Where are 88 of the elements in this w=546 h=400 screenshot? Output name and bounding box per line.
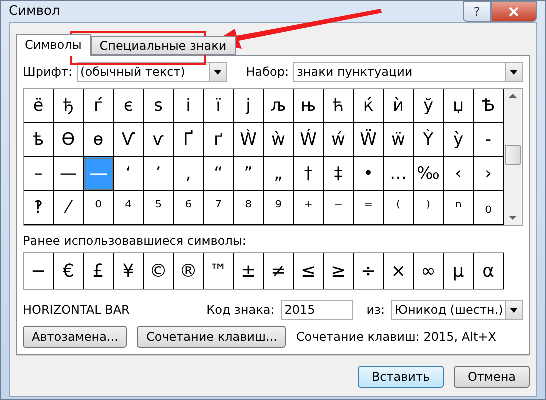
insert-button[interactable]: Вставить: [358, 366, 444, 388]
symbol-cell[interactable]: ѵ: [144, 123, 174, 157]
symbol-cell[interactable]: ў: [414, 89, 444, 123]
character-name: HORIZONTAL BAR: [23, 303, 130, 317]
symbol-cell[interactable]: є: [114, 89, 144, 123]
symbol-cell[interactable]: ⁿ: [444, 191, 474, 225]
symbol-cell[interactable]: ẃ: [324, 123, 354, 157]
from-label: из:: [366, 303, 385, 317]
cancel-button[interactable]: Отмена: [454, 366, 530, 388]
symbol-cell[interactable]: ẁ: [264, 123, 294, 157]
symbol-cell[interactable]: ќ: [354, 89, 384, 123]
symbol-cell[interactable]: ⁹: [264, 191, 294, 225]
symbol-cell[interactable]: Ẅ: [354, 123, 384, 157]
symbol-cell[interactable]: ё: [24, 89, 54, 123]
symbol-cell[interactable]: ѕ: [144, 89, 174, 123]
symbol-cell[interactable]: ỳ: [444, 123, 474, 157]
symbol-cell[interactable]: –: [24, 157, 54, 191]
symbol-cell[interactable]: ⁼: [354, 191, 384, 225]
symbol-cell[interactable]: і: [174, 89, 204, 123]
autocorrect-button[interactable]: Автозамена...: [23, 326, 128, 348]
symbol-cell[interactable]: ⁾: [414, 191, 444, 225]
symbol-cell[interactable]: —: [54, 157, 84, 191]
symbol-cell[interactable]: ћ: [324, 89, 354, 123]
symbol-cell[interactable]: ⁰: [84, 191, 114, 225]
symbol-cell[interactable]: љ: [264, 89, 294, 123]
char-code-label: Код знака:: [206, 303, 275, 317]
symbol-cell[interactable]: Ẃ: [294, 123, 324, 157]
symbol-cell[interactable]: ѓ: [84, 89, 114, 123]
scroll-thumb[interactable]: [504, 145, 520, 165]
symbol-cell[interactable]: ѝ: [384, 89, 414, 123]
help-button[interactable]: ?: [463, 1, 491, 22]
symbol-cell[interactable]: Ѣ: [474, 89, 504, 123]
font-label: Шрифт:: [23, 65, 73, 79]
symbol-cell[interactable]: ј: [234, 89, 264, 123]
tab[interactable]: Специальные знаки: [90, 36, 236, 55]
symbol-cell[interactable]: ›: [474, 157, 504, 191]
symbol-cell[interactable]: ⁷: [204, 191, 234, 225]
symbol-cell[interactable]: …: [384, 157, 414, 191]
symbol-cell[interactable]: ‚: [174, 157, 204, 191]
symbol-cell[interactable]: •: [354, 157, 384, 191]
symbol-cell[interactable]: ⁽: [384, 191, 414, 225]
symbol-cell[interactable]: Ѵ: [114, 123, 144, 157]
symbol-cell[interactable]: ’: [144, 157, 174, 191]
symbol-cell[interactable]: ‐: [474, 123, 504, 157]
symbol-cell[interactable]: „: [264, 157, 294, 191]
close-icon: [509, 6, 519, 16]
symbol-cell[interactable]: †: [294, 157, 324, 191]
symbol-cell[interactable]: ⁄: [54, 191, 84, 225]
symbol-cell[interactable]: џ: [444, 89, 474, 123]
symbol-cell[interactable]: ѳ: [84, 123, 114, 157]
shortcut-key-button[interactable]: Сочетание клавиш...: [137, 326, 286, 348]
symbol-cell[interactable]: ђ: [54, 89, 84, 123]
symbol-cell[interactable]: ї: [204, 89, 234, 123]
symbol-cell[interactable]: Ґ: [174, 123, 204, 157]
symbol-cell[interactable]: ₀: [474, 191, 504, 225]
tab[interactable]: Символы: [16, 34, 91, 56]
symbol-cell[interactable]: ⁺: [294, 191, 324, 225]
symbol-cell[interactable]: ‰: [414, 157, 444, 191]
subset-dropdown[interactable]: знаки пунктуации: [293, 62, 523, 82]
shortcut-key-text: Сочетание клавиш: 2015, Alt+X: [296, 330, 496, 344]
symbol-cell[interactable]: ‡: [324, 157, 354, 191]
symbol-cell[interactable]: ‹: [444, 157, 474, 191]
symbol-cell[interactable]: ⁻: [324, 191, 354, 225]
scroll-up-icon: [508, 93, 516, 99]
symbol-cell[interactable]: ‘: [114, 157, 144, 191]
scrollbar[interactable]: [504, 89, 521, 225]
recent-symbols-label: Ранее использовавшиеся символы:: [23, 234, 248, 248]
symbol-cell[interactable]: ⁸: [234, 191, 264, 225]
subset-label: Набор:: [246, 65, 289, 79]
symbol-cell[interactable]: ⁴: [114, 191, 144, 225]
close-button[interactable]: [491, 1, 537, 22]
font-dropdown[interactable]: (обычный текст): [76, 62, 227, 82]
char-code-field[interactable]: 2015: [280, 300, 353, 320]
scroll-down-icon: [508, 215, 516, 221]
symbol-cell[interactable]: Ỳ: [414, 123, 444, 157]
symbol-cell[interactable]: ẅ: [384, 123, 414, 157]
symbol-cell[interactable]: Ѳ: [54, 123, 84, 157]
symbol-cell[interactable]: ѣ: [24, 123, 54, 157]
window-title: Символ: [9, 4, 60, 19]
symbol-cell[interactable]: “: [204, 157, 234, 191]
symbol-cell[interactable]: ⁵: [144, 191, 174, 225]
symbol-cell[interactable]: њ: [294, 89, 324, 123]
symbol-cell[interactable]: Ẁ: [234, 123, 264, 157]
symbol-cell[interactable]: ”: [234, 157, 264, 191]
symbol-cell[interactable]: ‽: [24, 191, 54, 225]
encoding-dropdown[interactable]: Юникод (шестн.): [391, 300, 523, 320]
symbol-cell[interactable]: ґ: [204, 123, 234, 157]
symbol-cell[interactable]: ⁶: [174, 191, 204, 225]
